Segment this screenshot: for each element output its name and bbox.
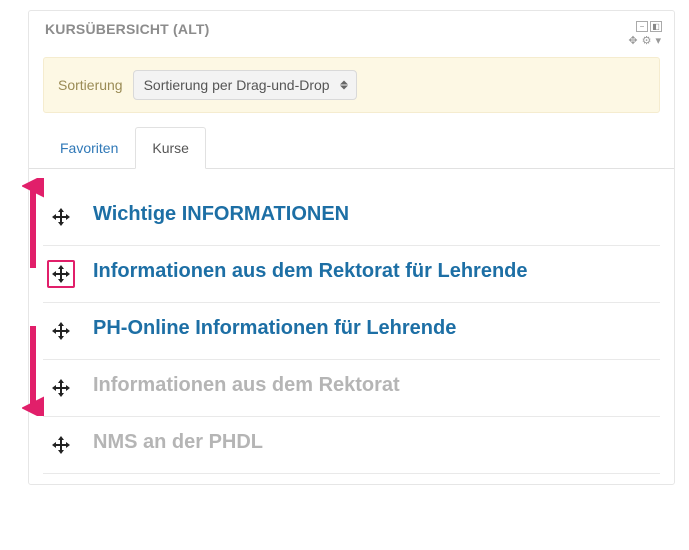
sort-bar: Sortierung Sortierung per Drag-und-Drop [43,57,660,113]
drag-handle-icon[interactable] [47,203,75,231]
tab-label: Favoriten [60,140,118,156]
course-overview-panel: KURSÜBERSICHT (ALT) − ◧ ✥ ⚙ ▾ Sortierung… [28,10,675,485]
sort-label: Sortierung [58,77,123,93]
drag-handle-icon[interactable] [47,431,75,459]
panel-actions: − ◧ ✥ ⚙ ▾ [627,21,662,47]
tab-label: Kurse [152,140,189,156]
tabs: Favoriten Kurse [29,127,674,169]
sort-select-value: Sortierung per Drag-und-Drop [144,77,330,93]
dock-icon[interactable]: ◧ [650,21,662,32]
drag-handle-icon[interactable] [47,374,75,402]
move-panel-icon[interactable]: ✥ [627,36,638,47]
course-title-link[interactable]: NMS an der PHDL [93,429,263,456]
drag-handle-icon[interactable] [47,317,75,345]
select-caret-icon [340,81,348,90]
course-row: Wichtige INFORMATIONEN [43,189,660,246]
panel-title: KURSÜBERSICHT (ALT) [45,21,210,37]
drag-handle-icon[interactable] [47,260,75,288]
course-row: NMS an der PHDL [43,417,660,474]
course-title-link[interactable]: Informationen aus dem Rektorat für Lehre… [93,258,528,285]
course-title-link[interactable]: PH-Online Informationen für Lehrende [93,315,456,342]
gear-icon[interactable]: ⚙ [641,36,653,47]
course-row: Informationen aus dem Rektorat [43,360,660,417]
course-title-link[interactable]: Wichtige INFORMATIONEN [93,201,349,228]
tab-kurse[interactable]: Kurse [135,127,206,169]
sort-select[interactable]: Sortierung per Drag-und-Drop [133,70,357,100]
dropdown-caret-icon[interactable]: ▾ [654,36,662,47]
collapse-icon[interactable]: − [636,21,648,32]
course-row: PH-Online Informationen für Lehrende [43,303,660,360]
course-list: Wichtige INFORMATIONEN Informationen aus … [29,169,674,484]
tab-favoriten[interactable]: Favoriten [43,127,135,169]
course-row: Informationen aus dem Rektorat für Lehre… [43,246,660,303]
course-title-link[interactable]: Informationen aus dem Rektorat [93,372,400,399]
panel-header: KURSÜBERSICHT (ALT) − ◧ ✥ ⚙ ▾ [29,11,674,53]
